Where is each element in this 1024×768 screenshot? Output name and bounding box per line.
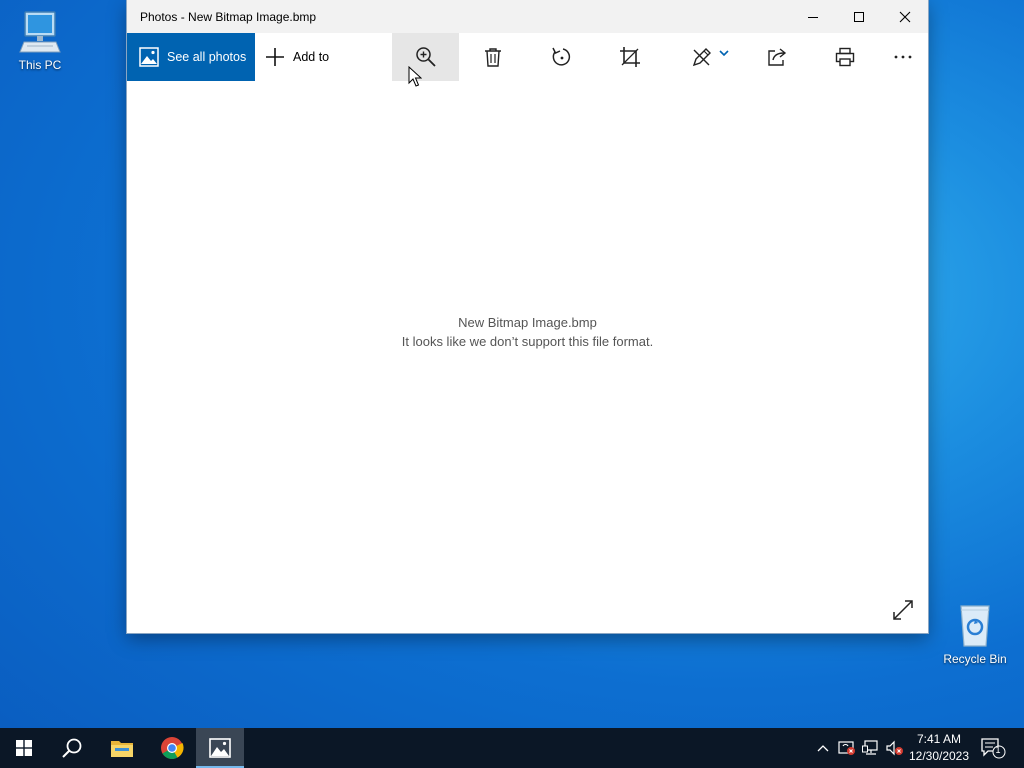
zoom-in-icon [415, 47, 436, 67]
taskbar-file-explorer[interactable] [98, 728, 146, 768]
edit-create-button[interactable] [685, 33, 735, 81]
minimize-icon [808, 16, 818, 18]
tray-security-button[interactable] [836, 728, 858, 768]
recycle-bin-label: Recycle Bin [943, 652, 1007, 666]
photos-icon [209, 738, 231, 758]
desktop-icon-this-pc[interactable]: This PC [0, 8, 80, 72]
delete-button[interactable] [473, 33, 513, 81]
action-center-button[interactable]: 1 [976, 728, 1010, 768]
print-button[interactable] [825, 33, 865, 81]
close-button[interactable] [882, 0, 928, 33]
more-options-button[interactable] [883, 33, 923, 81]
photos-app-icon [139, 47, 159, 67]
crop-icon [620, 47, 640, 67]
taskbar-photos[interactable] [196, 728, 244, 768]
more-icon [894, 55, 912, 59]
crop-button[interactable] [610, 33, 650, 81]
share-icon [768, 48, 787, 66]
rotate-icon [552, 47, 571, 66]
search-button[interactable] [48, 728, 96, 768]
chrome-icon [161, 737, 184, 759]
start-button[interactable] [0, 728, 48, 768]
print-icon [835, 47, 855, 67]
minimize-button[interactable] [790, 0, 836, 33]
window-title: Photos - New Bitmap Image.bmp [140, 10, 317, 24]
unsupported-format-message: New Bitmap Image.bmp It looks like we do… [127, 313, 928, 351]
rotate-button[interactable] [542, 33, 582, 81]
delete-icon [485, 48, 501, 67]
taskbar-chrome[interactable] [148, 728, 196, 768]
security-warning-icon [838, 741, 855, 755]
clock[interactable]: 7:41 AM 12/30/2023 [906, 731, 972, 765]
file-explorer-icon [111, 741, 133, 757]
file-name-text: New Bitmap Image.bmp [458, 315, 597, 330]
share-button[interactable] [757, 33, 797, 81]
unsupported-format-text: It looks like we don’t support this file… [401, 334, 654, 349]
desktop-icon-recycle-bin[interactable]: Recycle Bin [935, 602, 1015, 666]
toolbar: See all photos Add to [127, 33, 928, 81]
add-to-label: Add to [293, 50, 330, 64]
notification-count: 1 [995, 745, 1001, 755]
close-icon [899, 11, 911, 22]
maximize-button[interactable] [836, 0, 882, 33]
expand-icon [893, 600, 913, 620]
show-hidden-icons-button[interactable] [814, 728, 832, 768]
clock-time: 7:41 AM [916, 732, 962, 746]
search-icon [62, 738, 82, 758]
this-pc-label: This PC [18, 58, 62, 72]
chevron-down-icon [719, 50, 729, 57]
taskbar: 7:41 AM 12/30/2023 1 [0, 728, 1024, 768]
recycle-bin-icon [960, 605, 990, 647]
start-icon [16, 740, 32, 756]
see-all-photos-button[interactable]: See all photos [127, 33, 255, 81]
photos-window: Photos - New Bitmap Image.bmp See all ph… [127, 0, 928, 633]
zoom-button[interactable] [392, 33, 459, 81]
clock-date: 12/30/2023 [908, 749, 970, 763]
full-screen-button[interactable] [889, 596, 917, 624]
add-to-button[interactable]: Add to [265, 33, 345, 81]
volume-muted-icon [886, 740, 903, 756]
tray-network-button[interactable] [860, 728, 882, 768]
see-all-photos-label: See all photos [167, 50, 247, 64]
plus-icon [266, 48, 284, 66]
tray-volume-button[interactable] [884, 728, 906, 768]
mouse-cursor-icon [408, 66, 422, 87]
maximize-icon [854, 11, 864, 22]
computer-icon [19, 11, 61, 53]
network-icon [862, 740, 878, 755]
title-bar[interactable]: Photos - New Bitmap Image.bmp [127, 0, 928, 33]
chevron-up-icon [817, 745, 829, 752]
edit-icon [692, 48, 711, 67]
